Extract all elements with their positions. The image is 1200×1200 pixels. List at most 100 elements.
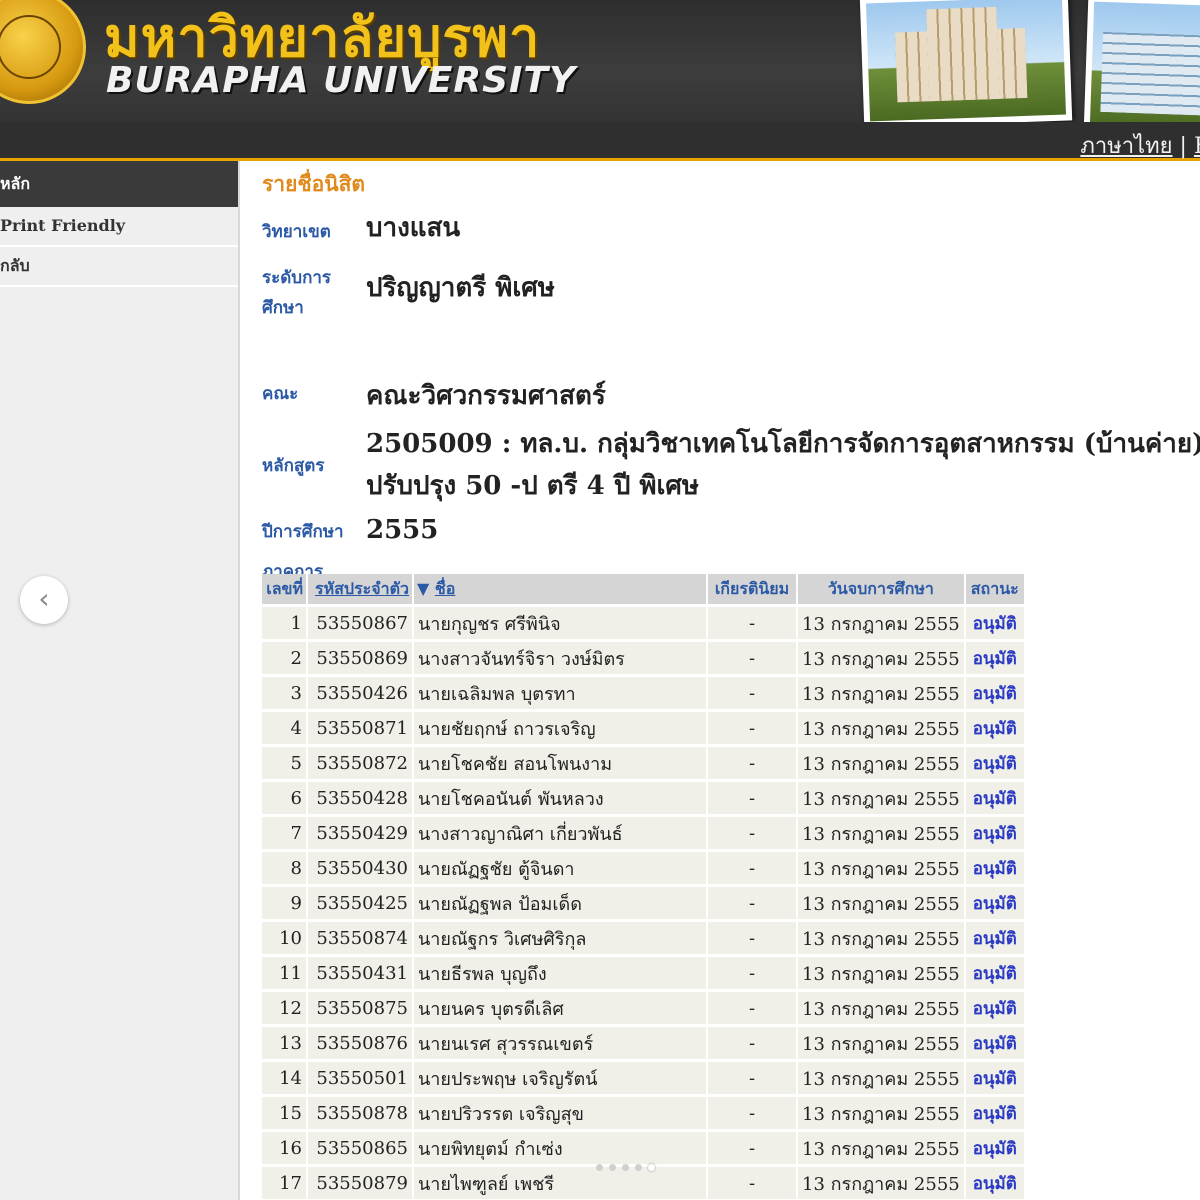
carousel-dot[interactable]: [609, 1164, 616, 1171]
cell-id: 53550428: [307, 779, 414, 816]
col-header-name[interactable]: ▼ ชื่อ: [413, 574, 708, 606]
sidebar-item-print-friendly[interactable]: Print Friendly: [0, 207, 238, 247]
cell-no: 17: [262, 1164, 308, 1199]
table-row: 12 53550875 นายนคร บุตรดีเลิศ -13 กรกฎาคม 2…: [262, 989, 1026, 1026]
cell-no: 12: [262, 989, 308, 1026]
cell-date: 13 กรกฎาคม 2555: [797, 1164, 966, 1199]
cell-name: นายนคร บุตรดีเลิศ: [413, 989, 708, 1026]
cell-honor: -: [707, 1094, 798, 1131]
cell-honor: -: [707, 1164, 798, 1199]
cell-no: 6: [262, 779, 308, 816]
cell-id: 53550875: [307, 989, 414, 1026]
cell-date: 13 กรกฎาคม 2555: [797, 1129, 966, 1166]
lang-thai-link[interactable]: ภาษาไทย: [1080, 134, 1172, 159]
cell-no: 2: [262, 639, 308, 676]
carousel-dot-active[interactable]: [648, 1164, 655, 1171]
cell-id: 53550429: [307, 814, 414, 851]
cell-status: อนุมัติ: [964, 709, 1026, 746]
carousel-dot[interactable]: [596, 1164, 603, 1171]
cell-name: นายโชคอนันต์ พันหลวง: [413, 779, 708, 816]
cell-id: 53550879: [307, 1164, 414, 1199]
cell-date: 13 กรกฎาคม 2555: [797, 884, 966, 921]
info-label: คณะ: [262, 384, 299, 404]
cell-status: อนุมัติ: [964, 814, 1026, 851]
cell-no: 4: [262, 709, 308, 746]
table-row: 13 53550876 นายนเรศ สุวรรณเขตร์ -13 กรกฎาคม…: [262, 1024, 1026, 1061]
carousel-dot[interactable]: [622, 1164, 629, 1171]
cell-honor: -: [707, 709, 798, 746]
cell-name: นายกุญชร ศรีพินิจ: [413, 604, 708, 641]
cell-honor: -: [707, 1024, 798, 1061]
cell-status: อนุมัติ: [964, 674, 1026, 711]
cell-status: อนุมัติ: [964, 744, 1026, 781]
col-header-id[interactable]: รหัสประจำตัว: [307, 574, 414, 606]
col-header-no: เลขที่: [262, 574, 308, 606]
cell-id: 53550501: [307, 1059, 414, 1096]
cell-honor: -: [707, 779, 798, 816]
cell-no: 16: [262, 1129, 308, 1166]
info-value: 2555: [366, 515, 439, 545]
table-row: 15 53550878 นายปริวรรต เจริญสุข -13 กรกฎาคม…: [262, 1094, 1026, 1131]
info-value: 2505009 : ทล.บ. กลุ่มวิชาเทคโนโลยีการจัด…: [366, 429, 1200, 459]
cell-date: 13 กรกฎาคม 2555: [797, 639, 966, 676]
table-row: 9 53550425 นายณัฏฐพล ป้อมเด็ด -13 กรกฎาคม 2…: [262, 884, 1026, 921]
cell-name: นางสาวจันทร์จิรา วงษ์มิตร: [413, 639, 708, 676]
carousel-prev-button[interactable]: ‹: [20, 576, 68, 624]
cell-name: นายเฉลิมพล บุตรทา: [413, 674, 708, 711]
table-row: 10 53550874 นายณัฐกร วิเศษศิริกุล -13 กรกฎา…: [262, 919, 1026, 956]
info-label: วิทยาเขต: [262, 222, 331, 242]
lang-english-link[interactable]: E: [1194, 134, 1200, 159]
info-value: บางแสน: [366, 213, 461, 243]
info-label: ปีการศึกษา: [262, 522, 344, 542]
sidebar-item-back[interactable]: กลับ: [0, 247, 238, 287]
cell-name: นายพิทยุตม์ กำเซ่ง: [413, 1129, 708, 1166]
student-table: เลขที่ รหัสประจำตัว ▼ ชื่อ เกียรตินิยม ว…: [262, 574, 1026, 1199]
cell-no: 8: [262, 849, 308, 886]
info-label: หลักสูตร: [262, 456, 325, 476]
cell-date: 13 กรกฎาคม 2555: [797, 604, 966, 641]
info-value: คณะวิศวกรรมศาสตร์: [366, 381, 606, 411]
table-row: 11 53550431 นายธีรพล บุญถึง -13 กรกฎาคม 255…: [262, 954, 1026, 991]
info-value: ปริญญาตรี พิเศษ: [366, 273, 555, 303]
cell-honor: -: [707, 884, 798, 921]
cell-status: อนุมัติ: [964, 1024, 1026, 1061]
cell-status: อนุมัติ: [964, 1059, 1026, 1096]
cell-date: 13 กรกฎาคม 2555: [797, 674, 966, 711]
cell-id: 53550425: [307, 884, 414, 921]
cell-status: อนุมัติ: [964, 1094, 1026, 1131]
cell-name: นายไพฑูลย์ เพชรี: [413, 1164, 708, 1199]
carousel-dots: [596, 1156, 661, 1175]
sort-by-name-link[interactable]: ชื่อ: [435, 579, 455, 598]
cell-date: 13 กรกฎาคม 2555: [797, 744, 966, 781]
cell-no: 9: [262, 884, 308, 921]
cell-honor: -: [707, 849, 798, 886]
table-row: 6 53550428 นายโชคอนันต์ พันหลวง -13 กรกฎาคม…: [262, 779, 1026, 816]
table-row: 8 53550430 นายณัฏฐชัย ตู้จินดา -13 กรกฎาคม …: [262, 849, 1026, 886]
cell-honor: -: [707, 1129, 798, 1166]
cell-date: 13 กรกฎาคม 2555: [797, 779, 966, 816]
sort-by-id-link[interactable]: รหัสประจำตัว: [315, 579, 409, 598]
cell-honor: -: [707, 674, 798, 711]
cell-date: 13 กรกฎาคม 2555: [797, 1059, 966, 1096]
cell-name: นายโชคชัย สอนโพนงาม: [413, 744, 708, 781]
university-title-english: BURAPHA UNIVERSITY: [106, 60, 577, 101]
cell-name: นายชัยฤกษ์ ถาวรเจริญ: [413, 709, 708, 746]
sidebar-item-main[interactable]: หลัก: [0, 161, 238, 207]
cell-honor: -: [707, 744, 798, 781]
cell-honor: -: [707, 954, 798, 991]
cell-date: 13 กรกฎาคม 2555: [797, 709, 966, 746]
main-content: รายชื่อนิสิต วิทยาเขต บางแสน ระดับการศึก…: [262, 168, 1200, 612]
cell-status: อนุมัติ: [964, 779, 1026, 816]
language-switcher: ภาษาไทย | E: [1080, 128, 1200, 163]
table-row: 3 53550426 นายเฉลิมพล บุตรทา -13 กรกฎาคม 25…: [262, 674, 1026, 711]
cell-honor: -: [707, 919, 798, 956]
cell-name: นายธีรพล บุญถึง: [413, 954, 708, 991]
carousel-dot[interactable]: [635, 1164, 642, 1171]
cell-no: 14: [262, 1059, 308, 1096]
cell-date: 13 กรกฎาคม 2555: [797, 954, 966, 991]
cell-name: นายณัฏฐพล ป้อมเด็ด: [413, 884, 708, 921]
info-value-line2: ปรับปรุง 50 -ป ตรี 4 ปี พิเศษ: [366, 471, 700, 501]
top-nav-bar: ภาษาไทย | E: [0, 122, 1200, 161]
cell-date: 13 กรกฎาคม 2555: [797, 814, 966, 851]
cell-id: 53550871: [307, 709, 414, 746]
